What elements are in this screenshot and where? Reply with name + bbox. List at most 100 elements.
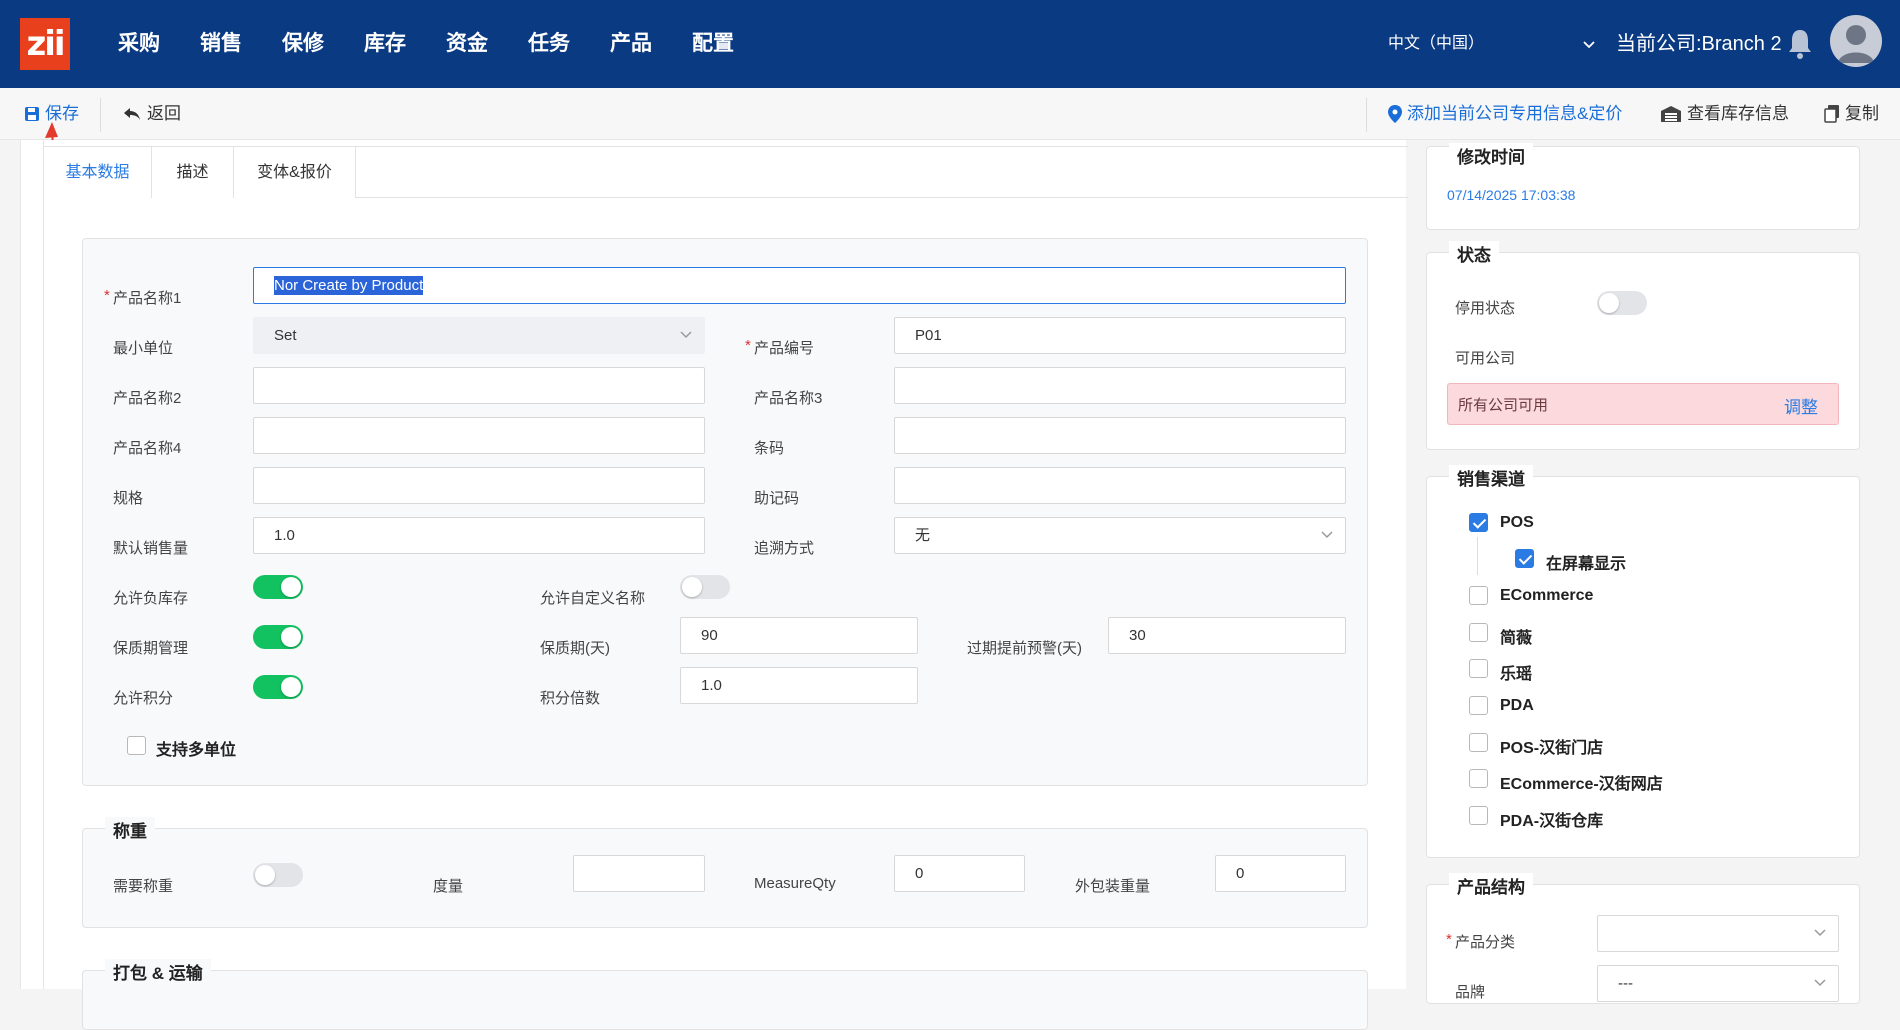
min-unit-value: Set xyxy=(274,327,297,344)
current-company[interactable]: 当前公司:Branch 2 xyxy=(1616,0,1782,88)
modified-time-title: 修改时间 xyxy=(1449,143,1533,168)
disabled-status-toggle[interactable] xyxy=(1597,291,1647,315)
brand-select[interactable]: --- xyxy=(1597,965,1839,1002)
measure-label: 度量 xyxy=(433,878,464,895)
toolbar-divider xyxy=(100,98,101,132)
tab-bar: 基本数据 描述 变体&报价 xyxy=(44,146,1408,198)
tab-variants-pricing[interactable]: 变体&报价 xyxy=(234,147,356,198)
channel-leyao-checkbox[interactable] xyxy=(1469,659,1488,678)
map-marker-icon xyxy=(1388,105,1402,123)
mnemonic-label: 助记码 xyxy=(754,490,800,507)
points-toggle[interactable] xyxy=(253,675,303,699)
app-logo[interactable]: zii xyxy=(20,18,70,70)
status-title: 状态 xyxy=(1449,241,1499,266)
channel-pos-hanjie-label: POS-汉街门店 xyxy=(1500,740,1604,757)
multi-unit-label: 支持多单位 xyxy=(156,742,237,759)
nav-products[interactable]: 产品 xyxy=(590,0,672,88)
custom-name-toggle[interactable] xyxy=(680,575,730,599)
disabled-status-label: 停用状态 xyxy=(1455,300,1516,317)
channel-pda-checkbox[interactable] xyxy=(1469,696,1488,715)
product-name1-input[interactable]: Nor Create by Product xyxy=(253,267,1346,304)
outer-weight-label: 外包装重量 xyxy=(1075,878,1151,895)
trace-label: 追溯方式 xyxy=(754,540,815,557)
channel-pda-hanjie-checkbox[interactable] xyxy=(1469,806,1488,825)
points-mult-label: 积分倍数 xyxy=(540,690,601,707)
channel-pos-checkbox[interactable] xyxy=(1469,513,1488,532)
product-name3-input[interactable] xyxy=(894,367,1346,404)
brand-value: --- xyxy=(1618,975,1633,992)
copy-button[interactable]: 复制 xyxy=(1824,88,1879,140)
chevron-down-icon xyxy=(680,318,692,353)
sales-channels-title: 销售渠道 xyxy=(1449,465,1533,490)
user-avatar[interactable] xyxy=(1830,15,1882,67)
nav-funds[interactable]: 资金 xyxy=(426,0,508,88)
barcode-label: 条码 xyxy=(754,440,785,457)
undo-icon xyxy=(124,108,140,120)
min-unit-label: 最小单位 xyxy=(113,340,174,357)
product-name2-input[interactable] xyxy=(253,367,705,404)
shelf-mgmt-toggle[interactable] xyxy=(253,625,303,649)
expiry-warn-input[interactable]: 30 xyxy=(1108,617,1346,654)
main-card: 基本数据 描述 变体&报价 产品名称1 Nor Create by Produc… xyxy=(20,140,1408,1030)
packing-panel: 打包 & 运输 xyxy=(82,959,1368,1030)
product-name4-input[interactable] xyxy=(253,417,705,454)
category-select[interactable] xyxy=(1597,915,1839,952)
product-name4-label: 产品名称4 xyxy=(113,440,182,457)
barcode-input[interactable] xyxy=(894,417,1346,454)
warehouse-icon xyxy=(1661,106,1681,122)
points-mult-input[interactable]: 1.0 xyxy=(680,667,918,704)
brand-label: 品牌 xyxy=(1455,984,1486,1001)
default-qty-input[interactable]: 1.0 xyxy=(253,517,705,554)
nav-warranty[interactable]: 保修 xyxy=(262,0,344,88)
trace-select[interactable]: 无 xyxy=(894,517,1346,554)
packing-title: 打包 & 运输 xyxy=(105,959,211,984)
sales-channels-box: 销售渠道 POS 在屏幕显示 ECommerce 简薇 乐瑶 PDA POS-汉… xyxy=(1426,465,1860,858)
product-name3-label: 产品名称3 xyxy=(754,390,823,407)
back-button[interactable]: 返回 xyxy=(122,88,181,140)
nav-tasks[interactable]: 任务 xyxy=(508,0,590,88)
product-structure-title: 产品结构 xyxy=(1449,873,1533,898)
nav-inventory[interactable]: 库存 xyxy=(344,0,426,88)
chevron-down-icon xyxy=(1814,916,1826,951)
shelf-days-input[interactable]: 90 xyxy=(680,617,918,654)
mnemonic-input[interactable] xyxy=(894,467,1346,504)
bell-icon[interactable] xyxy=(1786,27,1814,61)
min-unit-select[interactable]: Set xyxy=(253,317,705,354)
outer-weight-input[interactable]: 0 xyxy=(1215,855,1346,892)
channel-ecommerce-checkbox[interactable] xyxy=(1469,586,1488,605)
tab-basic-data[interactable]: 基本数据 xyxy=(44,147,152,198)
channel-leyao-label: 乐瑶 xyxy=(1500,666,1533,683)
spec-input[interactable] xyxy=(253,467,705,504)
modified-time-value: 07/14/2025 17:03:38 xyxy=(1447,187,1576,203)
view-stock-label: 查看库存信息 xyxy=(1687,104,1789,123)
measure-input[interactable] xyxy=(573,855,705,892)
need-weigh-toggle[interactable] xyxy=(253,863,303,887)
language-select[interactable]: 中文（中国） xyxy=(1388,0,1596,88)
multi-unit-checkbox[interactable] xyxy=(127,736,146,755)
channel-ecommerce-label: ECommerce xyxy=(1500,587,1594,604)
product-structure-box: 产品结构 产品分类 品牌 --- xyxy=(1426,873,1860,1004)
nav-sales[interactable]: 销售 xyxy=(180,0,262,88)
channel-ecommerce-hanjie-checkbox[interactable] xyxy=(1469,769,1488,788)
tab-description[interactable]: 描述 xyxy=(152,147,234,198)
channel-pos-hanjie-checkbox[interactable] xyxy=(1469,733,1488,752)
add-company-info-button[interactable]: 添加当前公司专用信息&定价 xyxy=(1388,88,1622,140)
nav-purchase[interactable]: 采购 xyxy=(98,0,180,88)
copy-icon xyxy=(1824,105,1839,123)
neg-stock-label: 允许负库存 xyxy=(113,590,189,607)
product-code-input[interactable]: P01 xyxy=(894,317,1346,354)
floppy-icon xyxy=(25,107,39,121)
chevron-down-icon xyxy=(1582,0,1596,88)
measure-qty-label: MeasureQty xyxy=(754,875,836,892)
view-stock-button[interactable]: 查看库存信息 xyxy=(1660,88,1789,140)
points-label: 允许积分 xyxy=(113,690,174,707)
channel-onscreen-checkbox[interactable] xyxy=(1515,549,1534,568)
measure-qty-input[interactable]: 0 xyxy=(894,855,1025,892)
back-label: 返回 xyxy=(147,104,181,123)
category-label: 产品分类 xyxy=(1446,931,1515,952)
adjust-link[interactable]: 调整 xyxy=(1784,393,1818,418)
nav-config[interactable]: 配置 xyxy=(672,0,754,88)
neg-stock-toggle[interactable] xyxy=(253,575,303,599)
channel-jianwei-checkbox[interactable] xyxy=(1469,623,1488,642)
shelf-days-label: 保质期(天) xyxy=(540,640,610,657)
